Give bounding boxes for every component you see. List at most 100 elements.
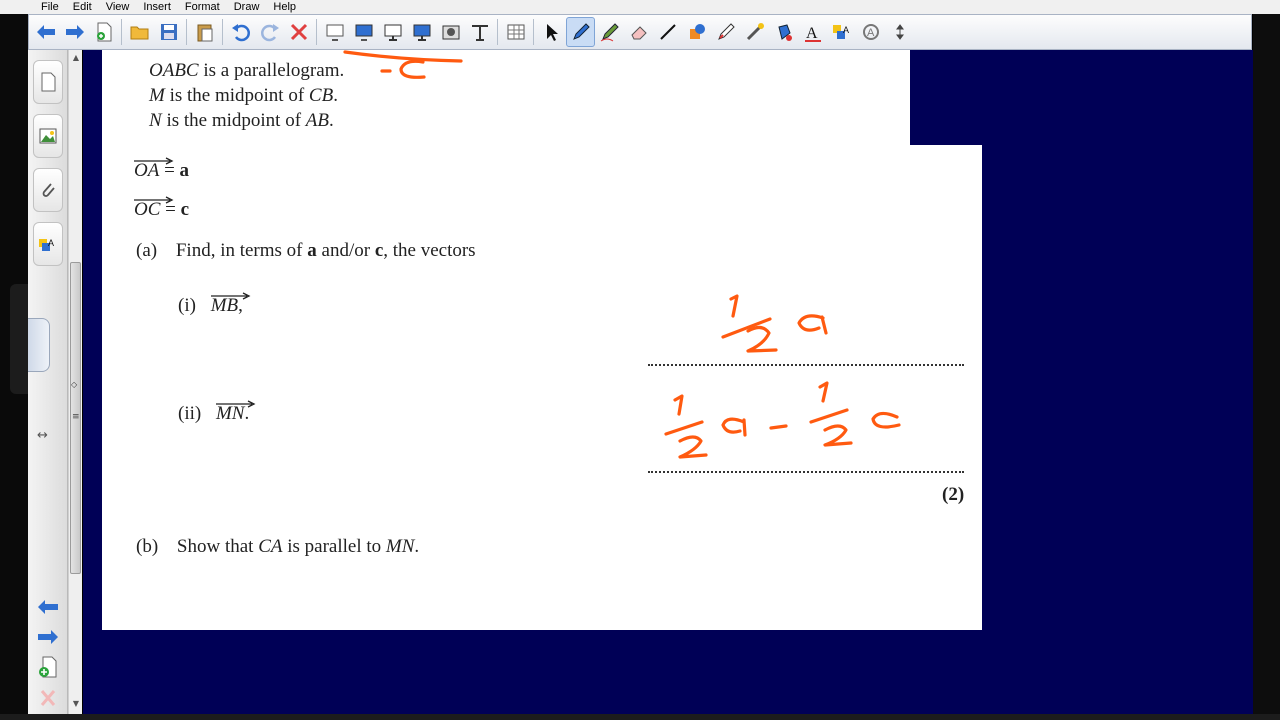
shapes-icon[interactable]: [682, 17, 711, 47]
add-page-icon[interactable]: [89, 17, 118, 47]
left-edge: [0, 14, 30, 720]
menu-insert[interactable]: Insert: [136, 0, 178, 14]
menu-view[interactable]: View: [99, 0, 137, 14]
open-folder-icon[interactable]: [125, 17, 154, 47]
save-icon[interactable]: [154, 17, 183, 47]
line-icon[interactable]: [653, 17, 682, 47]
select-icon[interactable]: [537, 17, 566, 47]
part-a-label: (a): [136, 240, 158, 261]
properties-tab-button[interactable]: A: [33, 222, 63, 266]
vector-arrow-icon: [215, 400, 256, 408]
main-toolbar: A A A: [28, 14, 1252, 50]
vector-arrow-icon: [134, 157, 174, 165]
line3-text: is the midpoint of: [161, 110, 306, 131]
gallery-button[interactable]: [33, 114, 63, 158]
delete-page-icon[interactable]: [36, 688, 60, 708]
splitter-icon[interactable]: ◇: [71, 380, 77, 389]
paint-bucket-icon[interactable]: [769, 17, 798, 47]
undo-icon[interactable]: [226, 17, 255, 47]
vec1-val: a: [179, 160, 190, 181]
scroll-down-icon[interactable]: ▼: [71, 698, 81, 710]
attachments-button[interactable]: [33, 168, 63, 212]
toolbar-separator: [316, 19, 317, 45]
var-cb: CB: [308, 85, 334, 106]
menu-edit[interactable]: Edit: [66, 0, 99, 14]
line2-end: .: [333, 85, 338, 106]
question-body: OA = a OC = c (a) Find, in terms of a an…: [102, 145, 982, 630]
marks-label: (2): [942, 484, 965, 505]
question-line-2: M is the midpoint of CB.: [149, 85, 338, 107]
delete-icon[interactable]: [284, 17, 313, 47]
line1-text: is a parallelogram.: [198, 60, 345, 81]
creative-pen-icon[interactable]: [595, 17, 624, 47]
vector-oa: OA: [134, 157, 174, 182]
font-icon[interactable]: A: [827, 17, 856, 47]
text-icon[interactable]: A: [798, 17, 827, 47]
screen-shade-icon[interactable]: [320, 17, 349, 47]
full-screen-icon[interactable]: [349, 17, 378, 47]
display-icon[interactable]: [378, 17, 407, 47]
more-icon[interactable]: [885, 17, 914, 47]
screen-capture-icon[interactable]: [465, 17, 494, 47]
menu-draw[interactable]: Draw: [227, 0, 267, 14]
properties-tab-icon: A: [39, 238, 54, 251]
menu-help[interactable]: Help: [266, 0, 303, 14]
part-b-label: (b): [136, 536, 159, 557]
table-icon[interactable]: [501, 17, 530, 47]
fill-icon[interactable]: [740, 17, 769, 47]
magic-pen-icon[interactable]: [711, 17, 740, 47]
part-a-text: Find, in terms of: [175, 240, 308, 261]
panel-grip[interactable]: [28, 318, 50, 372]
svg-text:A: A: [806, 25, 818, 42]
svg-text:A: A: [867, 27, 875, 39]
previous-page-icon[interactable]: [36, 598, 60, 616]
var-ab: AB: [305, 110, 329, 131]
toolbar-separator: [186, 19, 187, 45]
capture-icon[interactable]: [436, 17, 465, 47]
question-header: OABC is a parallelogram. M is the midpoi…: [102, 50, 910, 148]
part-i: (i) MB ,: [178, 292, 251, 317]
menu-format[interactable]: Format: [178, 0, 227, 14]
projector-icon[interactable]: [407, 17, 436, 47]
back-arrow-icon[interactable]: [31, 17, 60, 47]
vector-arrow-icon: [134, 196, 174, 204]
whiteboard-canvas[interactable]: OABC is a parallelogram. M is the midpoi…: [83, 50, 1253, 715]
add-page-side-icon[interactable]: [36, 656, 60, 678]
question-line-1: OABC is a parallelogram.: [149, 60, 344, 82]
pen-icon[interactable]: [566, 17, 595, 47]
menu-file[interactable]: File: [34, 0, 66, 14]
var-oabc: OABC: [149, 60, 199, 81]
vector-oc: OC: [134, 196, 174, 221]
taskbar: [0, 714, 1280, 720]
menu-bar: File Edit View Insert Format Draw Help: [0, 0, 1280, 14]
line2-text: is the midpoint of: [164, 85, 309, 106]
var-m: M: [149, 85, 165, 106]
eraser-icon[interactable]: [624, 17, 653, 47]
svg-text:A: A: [48, 238, 54, 248]
part-ii: (ii) MN .: [178, 400, 256, 425]
scroll-up-icon[interactable]: ▲: [71, 52, 81, 64]
next-page-icon[interactable]: [36, 628, 60, 646]
resize-icon[interactable]: ↔: [37, 428, 48, 443]
split-handle-icon[interactable]: ≡: [72, 412, 80, 422]
paste-icon[interactable]: [190, 17, 219, 47]
toolbar-separator: [121, 19, 122, 45]
page-sorter-button[interactable]: [33, 60, 63, 104]
answer-line-ii: [648, 471, 964, 473]
forward-arrow-icon[interactable]: [60, 17, 89, 47]
side-panel: A: [28, 50, 68, 715]
page-icon: [41, 72, 56, 92]
vertical-scrollbar[interactable]: ▲ ◇ ≡ ↔ ▼: [37, 50, 82, 714]
gallery-icon: [39, 128, 57, 144]
var-n: N: [149, 110, 162, 131]
properties-icon[interactable]: A: [856, 17, 885, 47]
vector-mb: MB: [210, 292, 251, 317]
answer-line-i: [648, 364, 964, 366]
vec2-val: c: [180, 199, 190, 220]
redo-icon[interactable]: [255, 17, 284, 47]
line3-end: .: [328, 110, 334, 131]
question-line-3: N is the midpoint of AB.: [149, 110, 334, 132]
part-a: (a) Find, in terms of a and/or c, the ve…: [136, 240, 476, 261]
svg-text:A: A: [843, 25, 849, 35]
toolbar-separator: [222, 19, 223, 45]
